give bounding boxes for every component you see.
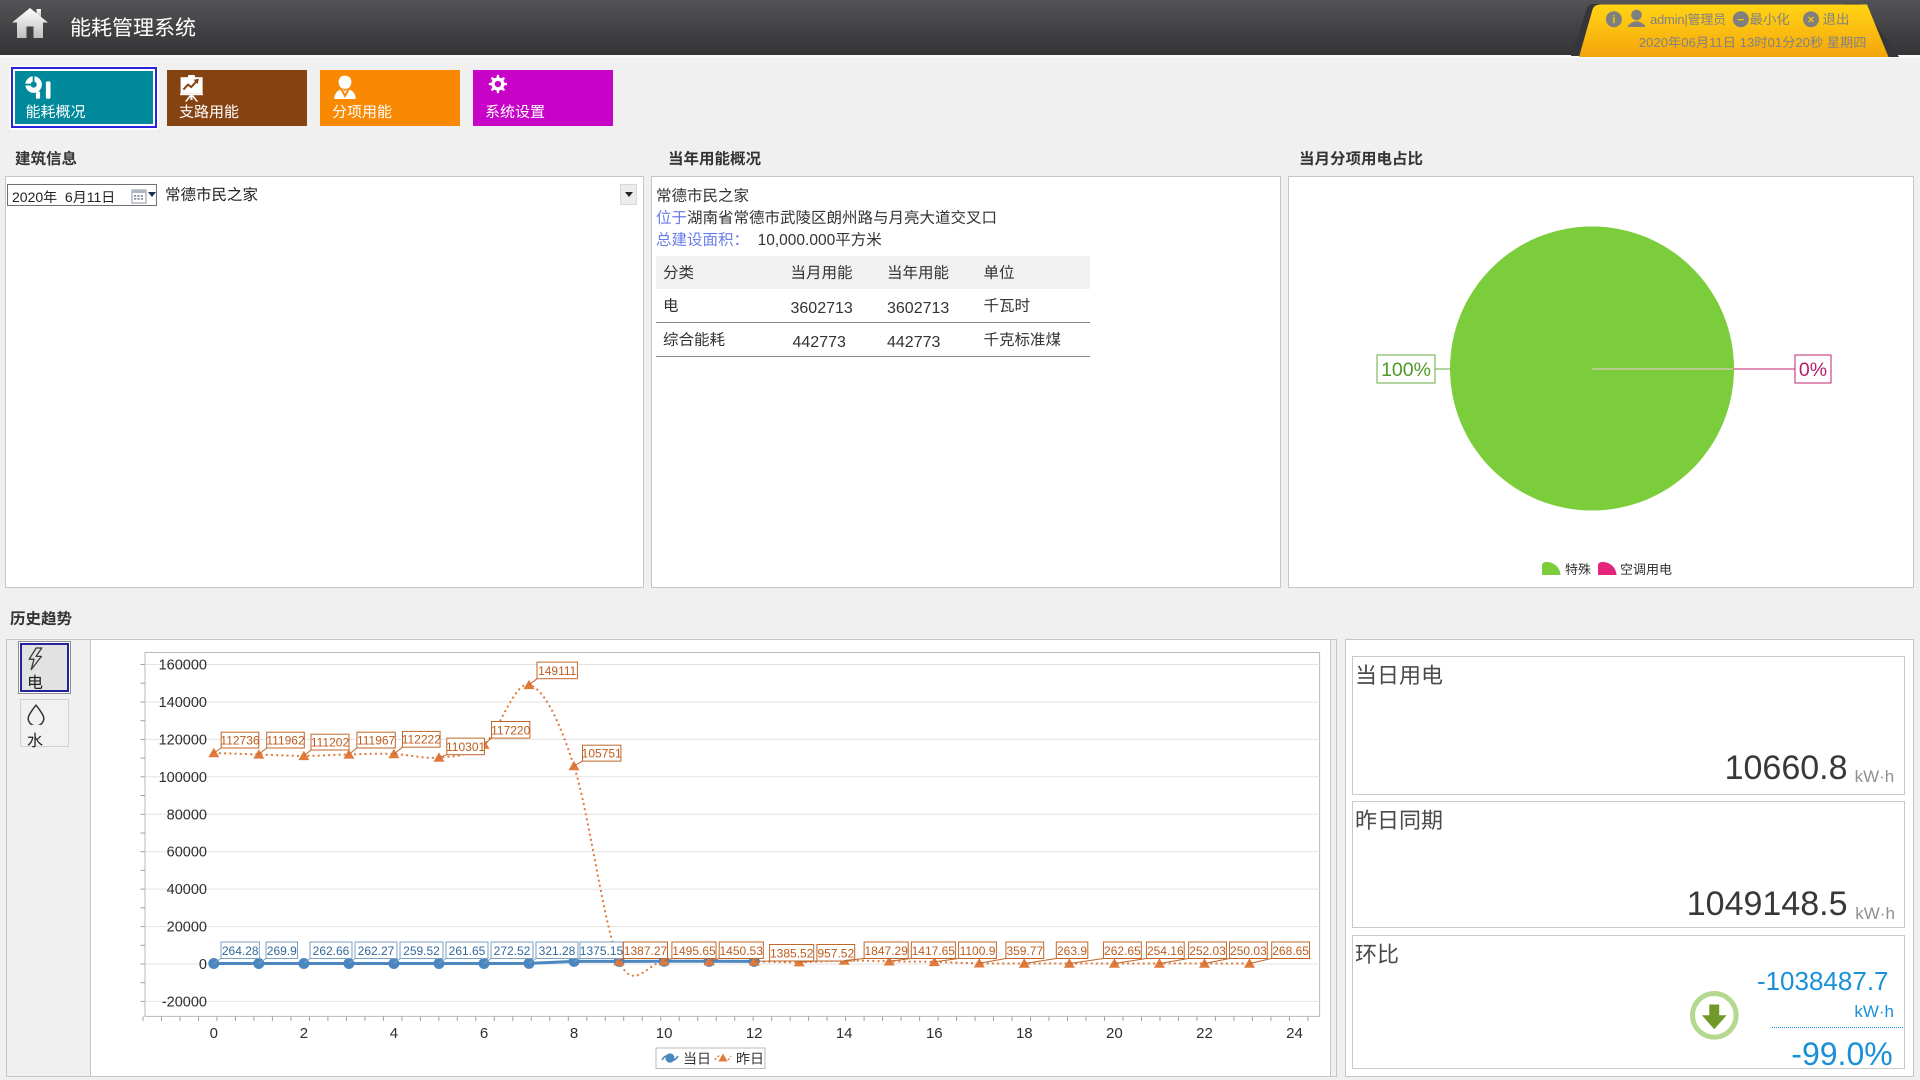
svg-text:149111: 149111 — [538, 662, 577, 679]
svg-text:2020年06月11日 13时01分20秒 星期四: 2020年06月11日 13时01分20秒 星期四 — [1639, 32, 1867, 51]
svg-text:263.9: 263.9 — [1057, 942, 1087, 959]
svg-text:120000: 120000 — [159, 728, 207, 749]
svg-text:12: 12 — [746, 1022, 763, 1043]
svg-text:359.77: 359.77 — [1006, 942, 1043, 959]
svg-text:117220: 117220 — [491, 722, 530, 739]
svg-text:−: − — [1737, 11, 1744, 28]
svg-text:100000: 100000 — [159, 766, 207, 787]
svg-text:1100.9: 1100.9 — [960, 942, 996, 959]
svg-text:0%: 0% — [1799, 353, 1827, 382]
svg-text:252.03: 252.03 — [1189, 942, 1226, 959]
svg-text:1387.27: 1387.27 — [624, 942, 668, 959]
svg-text:1847.29: 1847.29 — [865, 942, 909, 959]
svg-text:特殊: 特殊 — [1565, 559, 1591, 578]
svg-text:254.16: 254.16 — [1147, 942, 1184, 959]
svg-text:272.52: 272.52 — [494, 942, 531, 959]
svg-text:0: 0 — [199, 953, 207, 974]
svg-text:261.65: 261.65 — [449, 942, 486, 959]
svg-text:80000: 80000 — [167, 803, 207, 824]
svg-text:14: 14 — [836, 1022, 853, 1043]
svg-text:112736: 112736 — [220, 732, 259, 749]
svg-text:100%: 100% — [1381, 353, 1431, 382]
svg-text:110301: 110301 — [446, 738, 485, 755]
svg-text:140000: 140000 — [159, 691, 207, 712]
svg-text:268.65: 268.65 — [1272, 942, 1309, 959]
svg-text:262.66: 262.66 — [313, 942, 350, 959]
svg-text:957.52: 957.52 — [817, 945, 854, 962]
svg-text:60000: 60000 — [167, 841, 207, 862]
svg-text:昨日: 昨日 — [736, 1049, 764, 1069]
svg-text:1375.15: 1375.15 — [580, 942, 624, 959]
svg-text:160000: 160000 — [159, 654, 207, 675]
svg-text:264.28: 264.28 — [222, 942, 259, 959]
svg-text:269.9: 269.9 — [267, 942, 297, 959]
svg-text:20000: 20000 — [167, 916, 207, 937]
svg-text:8: 8 — [570, 1022, 578, 1043]
svg-text:321.28: 321.28 — [539, 942, 576, 959]
svg-text:262.65: 262.65 — [1104, 942, 1141, 959]
svg-text:1417.65: 1417.65 — [912, 942, 956, 959]
svg-text:6: 6 — [480, 1022, 488, 1043]
svg-text:admin|管理员: admin|管理员 — [1650, 9, 1726, 28]
svg-text:111967: 111967 — [357, 732, 396, 749]
svg-text:最小化: 最小化 — [1749, 8, 1790, 28]
svg-text:-20000: -20000 — [162, 990, 207, 1011]
svg-text:111962: 111962 — [266, 732, 305, 749]
svg-text:1450.53: 1450.53 — [720, 942, 764, 959]
svg-text:40000: 40000 — [167, 878, 207, 899]
svg-text:空调用电: 空调用电 — [1620, 559, 1672, 578]
svg-text:112222: 112222 — [402, 731, 441, 748]
svg-text:24: 24 — [1286, 1022, 1303, 1043]
svg-text:10: 10 — [656, 1022, 673, 1043]
svg-text:0: 0 — [210, 1022, 218, 1043]
svg-text:1385.52: 1385.52 — [770, 945, 814, 962]
svg-text:111202: 111202 — [311, 734, 350, 751]
svg-text:262.27: 262.27 — [358, 942, 395, 959]
svg-text:20: 20 — [1106, 1022, 1123, 1043]
svg-text:1495.65: 1495.65 — [672, 942, 716, 959]
svg-text:250.03: 250.03 — [1230, 942, 1267, 959]
svg-text:22: 22 — [1196, 1022, 1213, 1043]
svg-text:259.52: 259.52 — [403, 942, 440, 959]
svg-text:16: 16 — [926, 1022, 943, 1043]
svg-text:2: 2 — [300, 1022, 308, 1043]
svg-text:退出: 退出 — [1823, 8, 1850, 28]
svg-text:当日: 当日 — [683, 1049, 711, 1069]
svg-text:4: 4 — [390, 1022, 398, 1043]
svg-text:18: 18 — [1016, 1022, 1033, 1043]
svg-text:105751: 105751 — [582, 745, 622, 762]
svg-text:×: × — [1807, 11, 1814, 28]
svg-text:i: i — [1612, 11, 1615, 27]
